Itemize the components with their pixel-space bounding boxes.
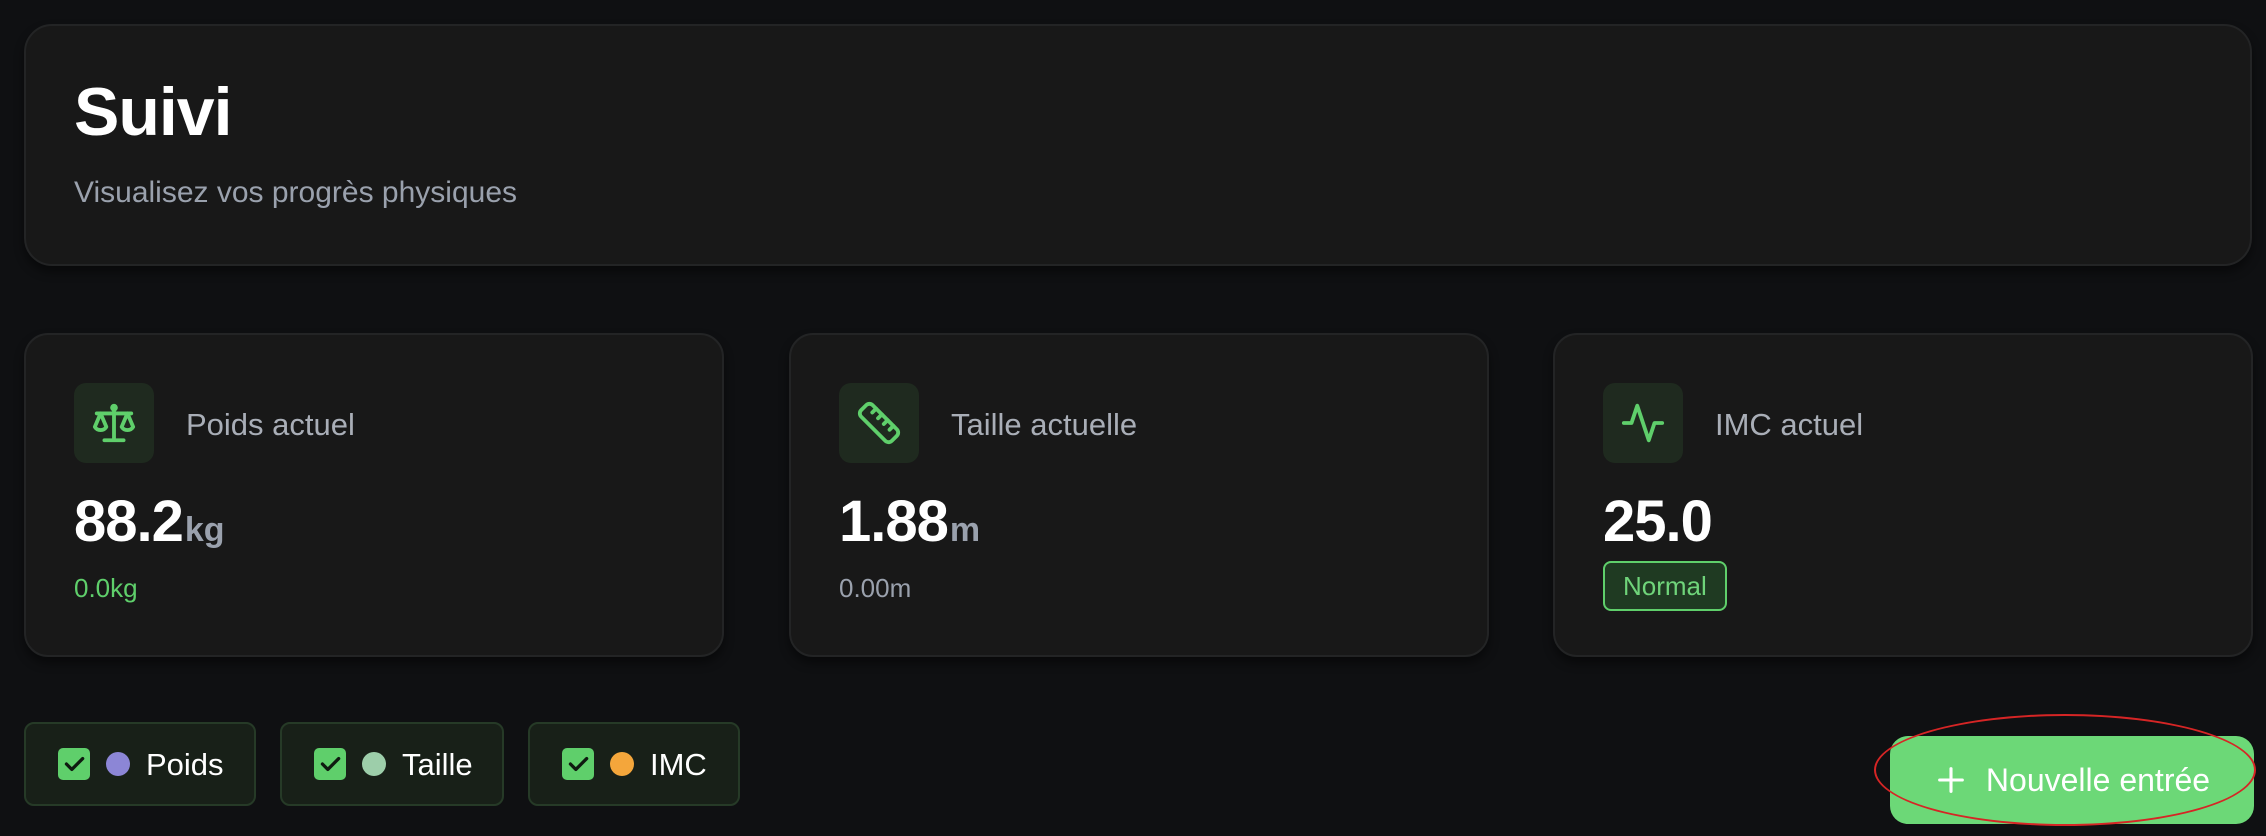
series-color-dot	[362, 752, 386, 776]
height-value: 1.88m	[839, 493, 980, 551]
height-unit: m	[949, 511, 981, 549]
height-number: 1.88	[839, 489, 949, 554]
series-color-dot	[106, 752, 130, 776]
header-card: Suivi Visualisez vos progrès physiques	[24, 24, 2252, 266]
filter-toggle-imc[interactable]: IMC	[528, 722, 740, 806]
activity-icon	[1603, 383, 1683, 463]
tracking-page: Suivi Visualisez vos progrès physiques P…	[0, 0, 2266, 836]
filter-toggle-poids[interactable]: Poids	[24, 722, 256, 806]
ruler-icon	[839, 383, 919, 463]
weight-number: 88.2	[74, 489, 184, 554]
filter-label-taille: Taille	[402, 746, 473, 782]
bmi-number: 25.0	[1603, 489, 1713, 554]
weight-card: Poids actuel 88.2kg 0.0kg	[24, 333, 724, 657]
plus-icon	[1938, 767, 1964, 793]
filter-toggle-taille[interactable]: Taille	[280, 722, 504, 806]
bmi-card: IMC actuel 25.0 Normal	[1553, 333, 2253, 657]
height-label: Taille actuelle	[951, 407, 1138, 442]
weight-value: 88.2kg	[74, 493, 225, 551]
bmi-label: IMC actuel	[1715, 407, 1864, 442]
checkbox-icon[interactable]	[314, 748, 346, 780]
new-entry-label: Nouvelle entrée	[1985, 761, 2211, 798]
weight-label: Poids actuel	[186, 407, 355, 442]
checkbox-icon[interactable]	[58, 748, 90, 780]
page-title: Suivi	[74, 74, 232, 150]
series-color-dot	[610, 752, 634, 776]
checkbox-icon[interactable]	[562, 748, 594, 780]
filter-label-imc: IMC	[650, 746, 707, 782]
new-entry-button[interactable]: Nouvelle entrée	[1890, 736, 2254, 824]
bmi-value: 25.0	[1603, 493, 1713, 551]
weight-unit: kg	[184, 511, 225, 549]
height-delta: 0.00m	[839, 573, 912, 603]
filter-label-poids: Poids	[146, 746, 224, 782]
bmi-status-badge: Normal	[1603, 561, 1727, 611]
weight-delta: 0.0kg	[74, 573, 138, 603]
height-card: Taille actuelle 1.88m 0.00m	[789, 333, 1489, 657]
scale-icon	[74, 383, 154, 463]
page-subtitle: Visualisez vos progrès physiques	[74, 176, 518, 209]
